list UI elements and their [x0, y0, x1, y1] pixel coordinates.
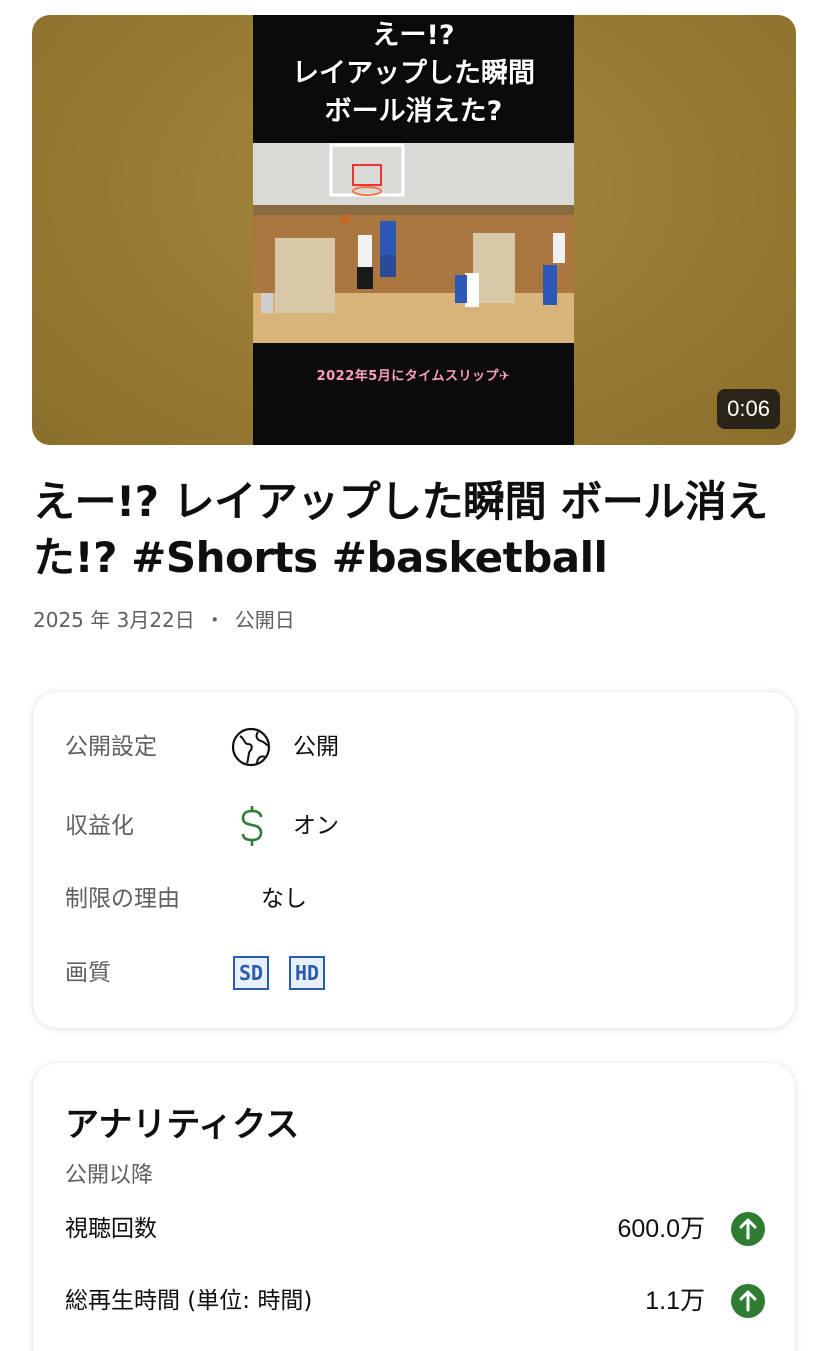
- publish-date-line: 2025 年 3月22日・公開日: [33, 604, 295, 633]
- arrow-up-icon: [731, 1284, 765, 1318]
- publish-date-label: 公開日: [234, 608, 295, 632]
- hd-badge: HD: [289, 956, 325, 990]
- thumbnail-caption: 2022年5月にタイムスリップ✈: [316, 369, 511, 384]
- duration-badge: 0:06: [717, 389, 780, 429]
- sd-badge: SD: [233, 956, 269, 990]
- watch-time-value: 1.1万: [645, 1287, 705, 1315]
- quality-label: 画質: [65, 960, 111, 986]
- monetization-label: 収益化: [65, 813, 134, 839]
- views-value: 600.0万: [617, 1215, 705, 1243]
- overlay-line-2: レイアップした瞬間: [292, 58, 535, 89]
- dollar-icon: [241, 806, 263, 846]
- analytics-row-watch-time[interactable]: 総再生時間 (単位: 時間) 1.1万: [65, 1281, 765, 1321]
- arrow-up-icon: [731, 1212, 765, 1246]
- video-title: えー!? レイアップした瞬間 ボール消えた!? #Shorts #basketb…: [33, 477, 768, 582]
- video-frame: えー!? レイアップした瞬間 ボール消えた? 2022年5月にタイムスリップ✈: [253, 15, 574, 445]
- visibility-value: 公開: [293, 734, 339, 760]
- video-details-card: 公開設定 公開 収益化 オン 制限の理由 なし 画質 SD HD: [33, 692, 795, 1028]
- monetization-value: オン: [293, 813, 339, 839]
- basketball-scene-image: [253, 143, 574, 343]
- separator-dot: ・: [204, 608, 225, 632]
- publish-date: 2025 年 3月22日: [33, 608, 195, 632]
- thumbnail-overlay-text: えー!? レイアップした瞬間 ボール消えた?: [253, 17, 574, 131]
- analytics-card[interactable]: アナリティクス 公開以降 視聴回数 600.0万 総再生時間 (単位: 時間) …: [33, 1063, 795, 1351]
- watch-time-label: 総再生時間 (単位: 時間): [65, 1288, 313, 1314]
- restriction-value: なし: [261, 886, 307, 912]
- visibility-label: 公開設定: [65, 734, 157, 760]
- overlay-line-3: ボール消えた?: [324, 96, 503, 127]
- globe-icon: [231, 727, 271, 767]
- analytics-row-views[interactable]: 視聴回数 600.0万: [65, 1209, 765, 1249]
- overlay-line-1: えー!?: [372, 20, 455, 51]
- views-label: 視聴回数: [65, 1216, 157, 1242]
- restriction-label: 制限の理由: [65, 886, 180, 912]
- analytics-subtitle: 公開以降: [65, 1163, 154, 1188]
- video-thumbnail[interactable]: えー!? レイアップした瞬間 ボール消えた? 2022年5月にタイムスリップ✈ …: [32, 15, 796, 445]
- analytics-title: アナリティクス: [65, 1105, 300, 1145]
